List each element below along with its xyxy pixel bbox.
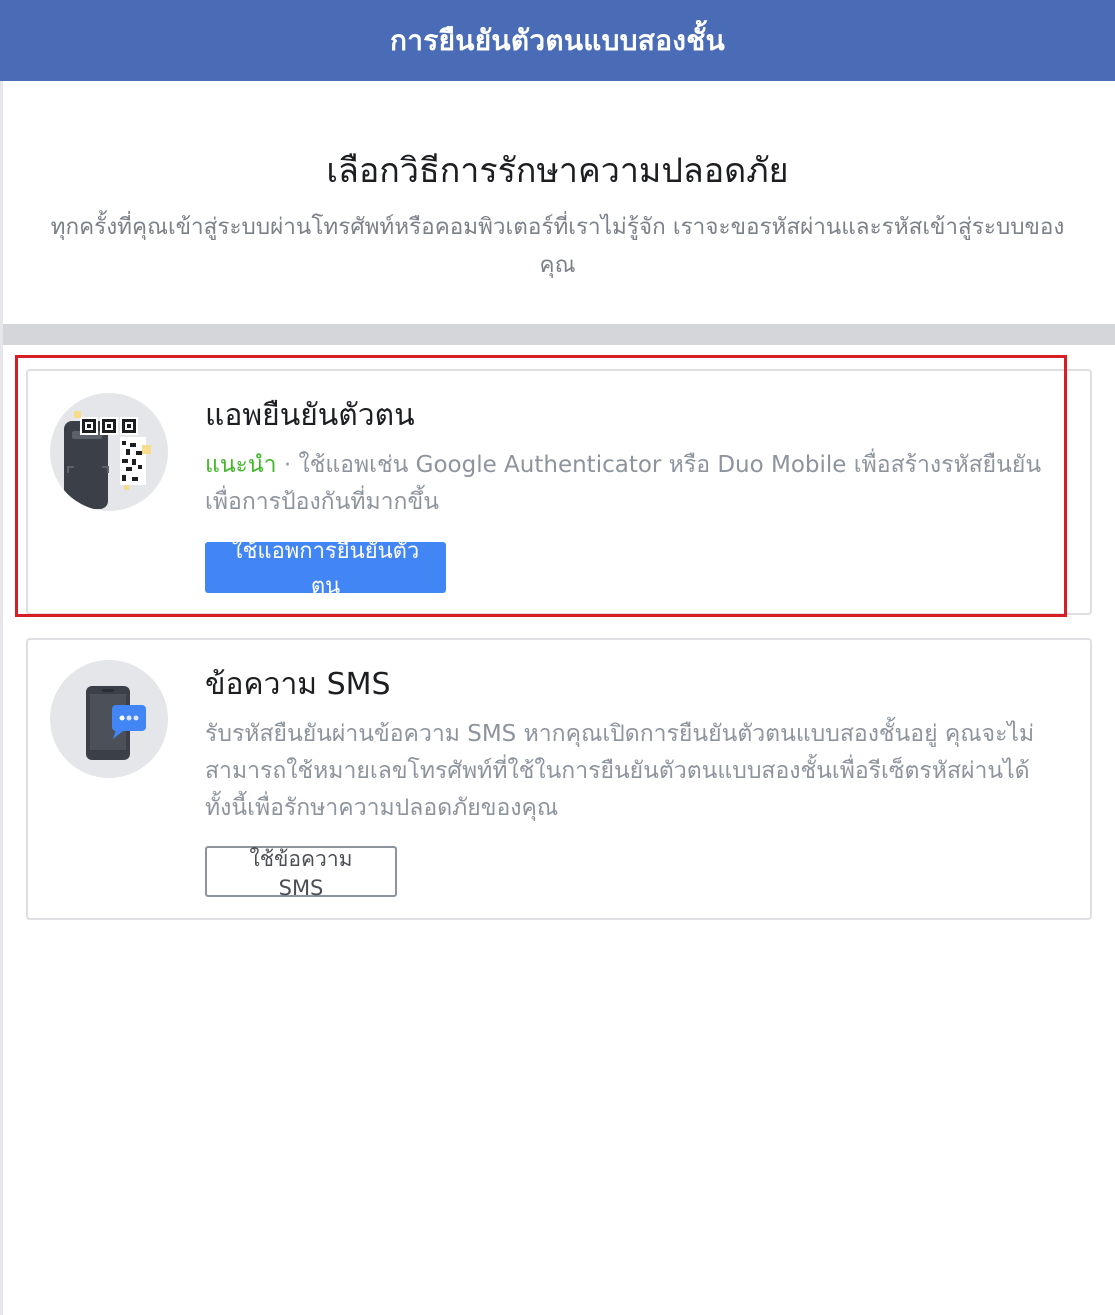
intro-section: เลือกวิธีการรักษาความปลอดภัย ทุกครั้งที่… — [40, 146, 1075, 284]
left-edge-divider — [0, 0, 3, 1315]
qr-phone-icon — [50, 393, 168, 511]
sms-card: ข้อความ SMS รับรหัสยืนยันผ่านข้อความ SMS… — [26, 638, 1092, 920]
intro-title: เลือกวิธีการรักษาความปลอดภัย — [326, 151, 789, 191]
auth-app-title: แอพยืนยันตัวตน — [205, 398, 415, 433]
use-auth-app-button[interactable]: ใช้แอพการยืนยันตัวตน — [205, 539, 446, 599]
auth-app-card: แอพยืนยันตัวตน แนะนำ · ใช้แอพเช่น Google… — [26, 369, 1092, 615]
use-sms-button[interactable]: ใช้ข้อความ SMS — [205, 846, 397, 900]
header-title: การยืนยันตัวตนแบบสองชั้น — [389, 23, 726, 57]
auth-app-description-text: ใช้แอพเช่น Google Authenticator หรือ Duo… — [205, 452, 1042, 515]
sms-body: ข้อความ SMS รับรหัสยืนยันผ่านข้อความ SMS… — [205, 664, 1060, 900]
sms-description: รับรหัสยืนยันผ่านข้อความ SMS หากคุณเปิดก… — [205, 721, 1035, 821]
recommended-label: แนะนำ — [205, 452, 277, 478]
separator-dot: · — [276, 452, 299, 478]
sms-title: ข้อความ SMS — [205, 667, 391, 702]
section-divider — [3, 324, 1115, 345]
two-factor-page: การยืนยันตัวตนแบบสองชั้น เลือกวิธีการรัก… — [0, 0, 1115, 1315]
auth-app-description: แนะนำ · ใช้แอพเช่น Google Authenticator … — [205, 447, 1060, 521]
sms-phone-icon — [50, 660, 168, 778]
auth-app-body: แอพยืนยันตัวตน แนะนำ · ใช้แอพเช่น Google… — [205, 395, 1060, 599]
header-bar: การยืนยันตัวตนแบบสองชั้น — [0, 0, 1115, 81]
intro-description: ทุกครั้งที่คุณเข้าสู่ระบบผ่านโทรศัพท์หรื… — [50, 214, 1065, 278]
